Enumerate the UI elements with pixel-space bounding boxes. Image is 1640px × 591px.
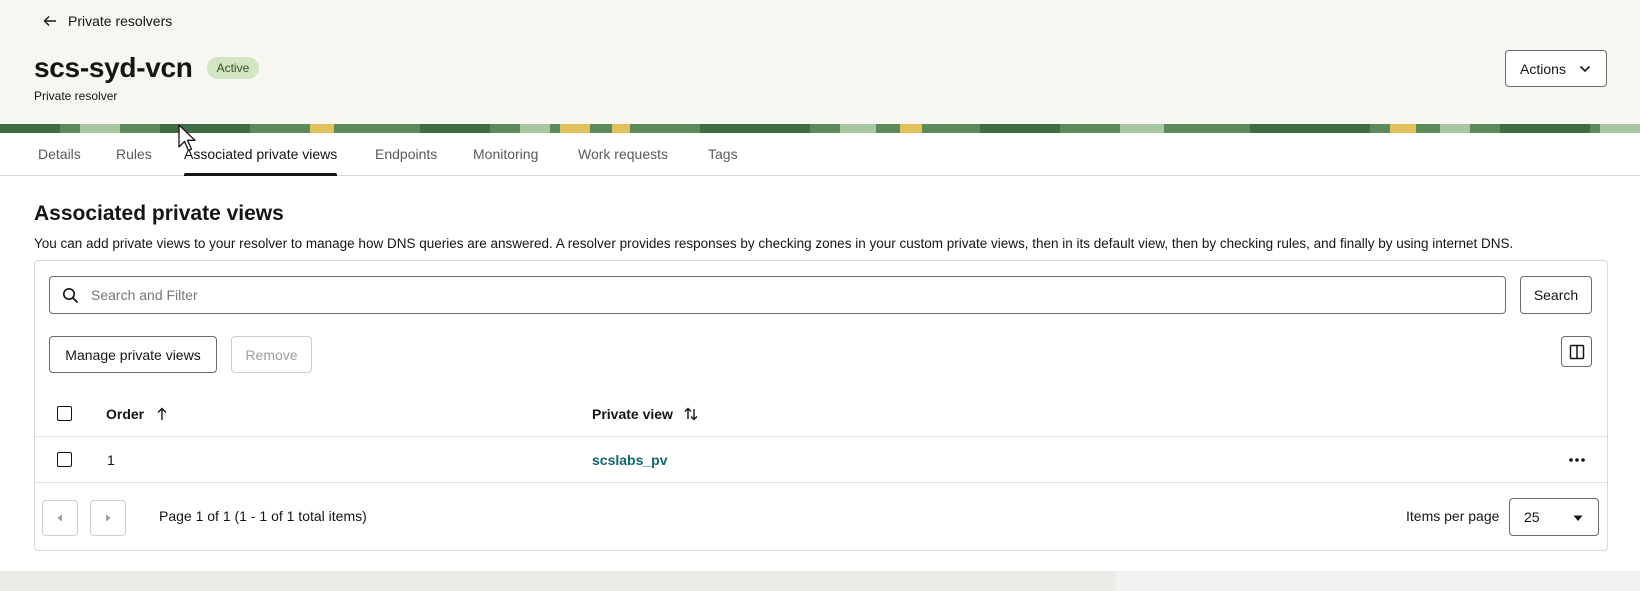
previous-page-button: [42, 500, 78, 536]
caret-down-icon: [1573, 515, 1583, 521]
caret-right-icon: [106, 514, 111, 522]
actions-button-label: Actions: [1520, 60, 1566, 77]
tab-details[interactable]: Details: [38, 133, 81, 176]
arrow-left-icon: [43, 16, 56, 26]
back-link-label: Private resolvers: [68, 13, 173, 29]
search-input[interactable]: Search and Filter: [49, 276, 1506, 314]
private-views-panel: Search and Filter Search Manage private …: [34, 260, 1608, 551]
items-per-page-select[interactable]: 25: [1509, 498, 1599, 536]
main-content: Associated private views You can add pri…: [0, 176, 1640, 571]
tab-monitoring[interactable]: Monitoring: [473, 133, 538, 176]
row-actions-menu[interactable]: [1565, 450, 1589, 470]
column-header-private-view[interactable]: Private view: [592, 391, 699, 437]
items-per-page-value: 25: [1524, 509, 1540, 525]
page-title: scs-syd-vcn: [34, 52, 193, 83]
row-checkbox[interactable]: [57, 452, 72, 467]
search-icon: [63, 287, 79, 303]
status-badge: Active: [206, 57, 260, 79]
items-per-page-label: Items per page: [1406, 508, 1500, 524]
sort-ascending-icon[interactable]: [154, 406, 170, 422]
section-title: Associated private views: [34, 202, 284, 225]
private-view-link[interactable]: scslabs_pv: [592, 437, 668, 483]
page-subtitle: Private resolver: [34, 89, 118, 103]
tab-associated-private-views[interactable]: Associated private views: [184, 133, 338, 177]
search-placeholder: Search and Filter: [91, 287, 198, 303]
tab-rules[interactable]: Rules: [116, 133, 152, 176]
back-to-private-resolvers-link[interactable]: Private resolvers: [42, 10, 172, 32]
table-row: 1 scslabs_pv: [35, 437, 1607, 483]
caret-left-icon: [57, 514, 62, 522]
actions-menu-button[interactable]: Actions: [1505, 50, 1607, 87]
columns-icon: [1569, 344, 1584, 359]
pagination-info: Page 1 of 1 (1 - 1 of 1 total items): [159, 508, 367, 524]
column-private-view-label: Private view: [592, 406, 673, 422]
manage-private-views-button[interactable]: Manage private views: [49, 336, 217, 373]
column-layout-button[interactable]: [1561, 336, 1592, 367]
tab-work-requests[interactable]: Work requests: [578, 133, 668, 176]
select-all-checkbox[interactable]: [57, 406, 72, 421]
footer-strip: [0, 571, 1640, 591]
remove-button: Remove: [231, 336, 312, 373]
next-page-button: [90, 500, 126, 536]
search-button[interactable]: Search: [1520, 276, 1592, 314]
sort-toggle-icon[interactable]: [683, 406, 699, 422]
title-row: scs-syd-vcn Active: [34, 52, 260, 84]
decorative-banner: [0, 124, 1640, 133]
column-order-label: Order: [106, 406, 145, 422]
tab-tags[interactable]: Tags: [708, 133, 738, 176]
tab-endpoints[interactable]: Endpoints: [375, 133, 437, 176]
page-header: Private resolvers scs-syd-vcn Active Pri…: [0, 0, 1640, 124]
section-description: You can add private views to your resolv…: [34, 236, 1514, 251]
tab-bar: Details Rules Associated private views E…: [0, 133, 1640, 177]
more-options-icon: [1569, 458, 1585, 462]
column-header-order[interactable]: Order: [106, 391, 170, 437]
chevron-down-icon: [1579, 65, 1591, 72]
table-header-row: Order Private view: [35, 391, 1607, 437]
cell-order: 1: [107, 452, 115, 468]
